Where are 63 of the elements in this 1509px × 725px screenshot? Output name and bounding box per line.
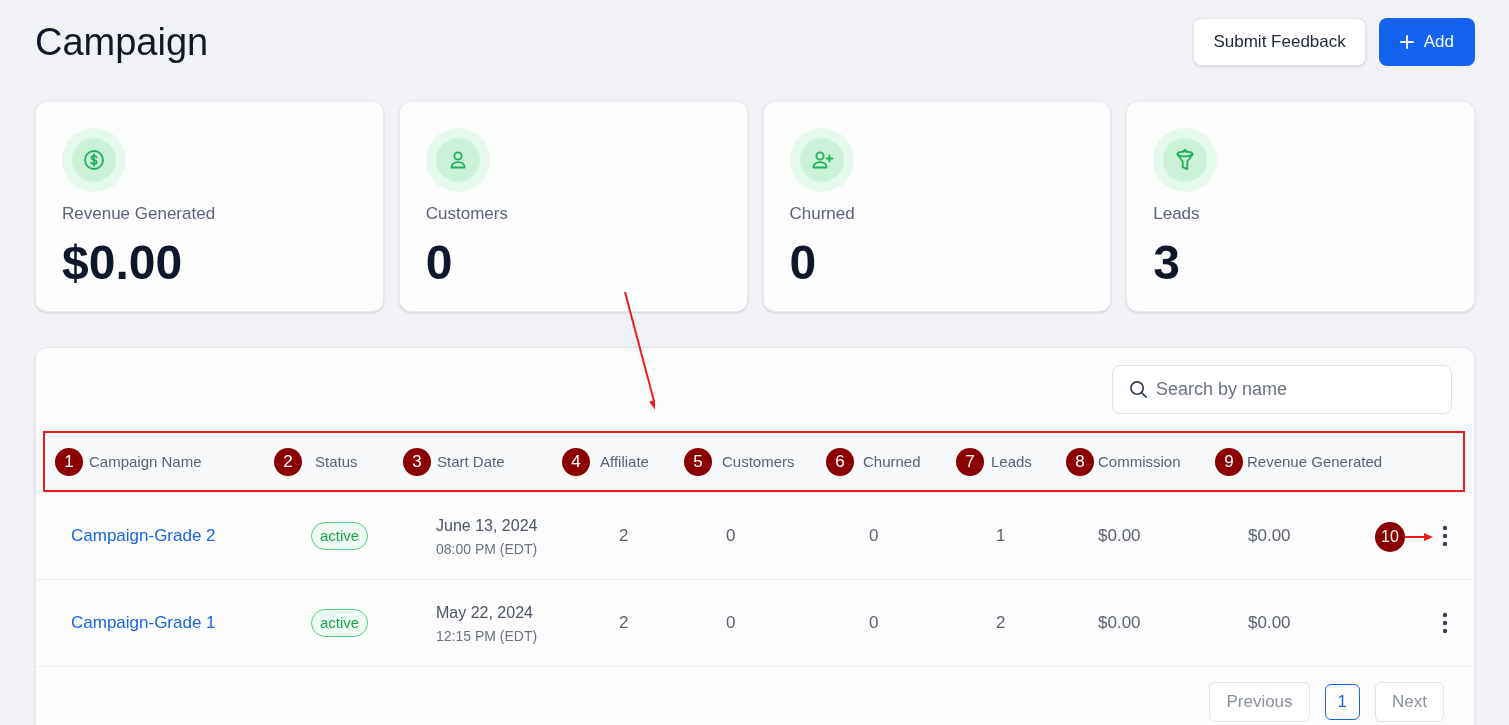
table-cell: 0 [869,613,879,633]
column-header: Customers [722,451,795,472]
kebab-menu-icon [1442,525,1448,547]
table-cell: $0.00 [1098,613,1141,633]
table-cell: 2 [619,613,629,633]
callout-number: 9 [1215,448,1243,476]
table-cell: 0 [726,613,736,633]
search-field[interactable]: Search by name [1112,365,1452,414]
more-options-button[interactable] [1440,612,1450,634]
callout-number: 6 [826,448,854,476]
stat-label: Revenue Generated [62,203,217,225]
person-icon [425,128,490,192]
callout-number: 3 [403,448,431,476]
column-header: Commission [1098,451,1181,472]
column-header: Start Date [437,451,505,472]
stat-label: Customers [425,203,509,225]
table-cell: 2 [619,526,629,546]
feedback-button[interactable]: Submit Feedback [1193,18,1366,66]
person-plus-icon [789,128,854,192]
table-cell: $0.00 [1098,526,1141,546]
callout-number: 8 [1066,448,1094,476]
column-header: Leads [991,451,1032,472]
start-date: May 22, 2024 [436,602,534,623]
table-cell: 1 [996,526,1006,546]
callout-number: 4 [562,448,590,476]
page-title: Campaign [35,20,209,64]
callout-number: 10 [1375,522,1405,552]
callout-number: 1 [55,448,83,476]
pagination-button[interactable]: 1 [1324,684,1361,720]
table-cell: $0.00 [1248,526,1291,546]
callout-number: 2 [274,448,302,476]
column-header: Revenue Generated [1247,451,1383,472]
add-button[interactable]: Add [1378,18,1475,66]
column-header: Status [315,451,358,472]
status-badge: active [311,609,369,637]
stat-value: 3 [1153,237,1181,289]
stat-value: $0.00 [62,237,184,289]
table-cell: 0 [869,526,879,546]
more-options-button[interactable] [1440,525,1450,547]
column-header: Affiliate [600,451,649,472]
dollar-circle-icon [62,128,126,192]
status-badge: active [311,522,369,550]
search-icon [1129,380,1148,399]
start-time: 12:15 PM (EDT) [436,626,539,645]
plus-icon [1399,35,1414,49]
table-cell: 2 [996,613,1006,633]
callout-arrow [1405,533,1433,541]
stat-value: 0 [789,237,818,289]
column-header: Campaign Name [89,451,202,472]
funnel-icon [1153,128,1218,192]
campaign-link[interactable]: Campaign-Grade 1 [71,613,216,633]
table-cell: 0 [726,526,736,546]
table-cell: $0.00 [1248,613,1291,633]
stat-label: Churned [789,203,856,225]
stat-label: Leads [1153,203,1201,225]
stat-value: 0 [425,237,454,289]
callout-number: 7 [956,448,984,476]
start-time: 08:00 PM (EDT) [436,539,539,558]
callout-number: 5 [684,448,712,476]
column-header: Churned [863,451,921,472]
campaign-link[interactable]: Campaign-Grade 2 [71,526,216,546]
start-date: June 13, 2024 [436,515,539,536]
kebab-menu-icon [1442,612,1448,634]
